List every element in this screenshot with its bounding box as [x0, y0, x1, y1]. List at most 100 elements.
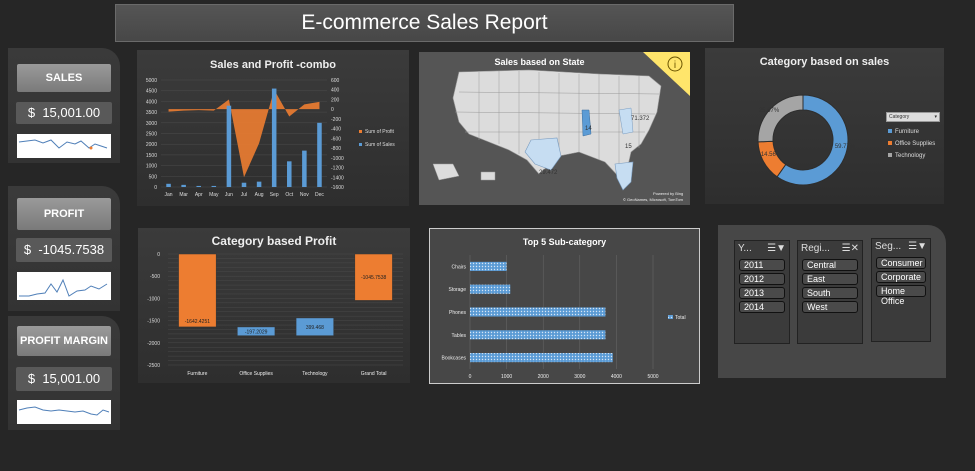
kpi-sales-card: SALES $ 15,001.00 [8, 48, 120, 163]
kpi-margin-card: PROFIT MARGIN $ 15,001.00 [8, 316, 120, 430]
y-tick-label: -500 [150, 274, 160, 280]
kpi-margin-sparkline [17, 400, 111, 424]
map-label-0: 71.372 [631, 116, 650, 122]
y-left-tick-label: 2000 [146, 142, 157, 148]
top5-chart: 0 1000 2000 3000 4000 5000 Chairs Storage Phones… [442, 255, 686, 380]
legend-profit-swatch [359, 130, 362, 133]
legend-total-swatch [668, 315, 673, 319]
y-right-tick-label: 200 [331, 97, 340, 103]
y-right-tick-label: -1600 [331, 185, 344, 191]
sales-bar [317, 122, 322, 187]
legend-sales-label: Sum of Sales [365, 142, 395, 148]
clear-filter-icon[interactable]: ☰▼ [767, 243, 786, 255]
y-tick-label: -1500 [147, 319, 160, 325]
year-slicer-title: Y... [738, 243, 752, 254]
hbar [470, 261, 507, 271]
kpi-profit-card: PROFIT $ -1045.7538 [8, 186, 120, 311]
map-credit-geo: © GeoNames, Microsoft, TomTom [623, 197, 684, 202]
y-right-tick-label: -200 [331, 117, 341, 123]
combo-chart-panel: Sales and Profit -combo 5000 4500 4000 3500… [137, 50, 409, 206]
waterfall-data-label: 399.468 [306, 325, 324, 331]
y-left-tick-label: 500 [149, 174, 158, 180]
kpi-sales-label: SALES [17, 64, 111, 92]
legend-item-furniture: Furniture [888, 126, 935, 138]
kpi-sales-value: $ 15,001.00 [16, 102, 112, 124]
region-slicer-item-south[interactable]: South [802, 287, 858, 299]
x-tick-label: Sep [270, 192, 279, 198]
kpi-sales-sparkline [17, 134, 111, 158]
year-slicer-item-2014[interactable]: 2014 [739, 301, 785, 313]
map-label-3: 29.472 [539, 170, 558, 176]
x-tick-label: Apr [195, 192, 203, 198]
y-tick-label: Bookcases [442, 356, 467, 362]
year-slicer-item-2012[interactable]: 2012 [739, 273, 785, 285]
clear-filter-icon[interactable]: ☰▼ [908, 241, 927, 253]
segment-slicer-item-corporate[interactable]: Corporate [876, 271, 926, 283]
y-tick-label: -2000 [147, 341, 160, 347]
map-label-2: 15 [625, 144, 632, 150]
donut-data-label: 59.77% [835, 144, 856, 150]
year-slicer-item-2011[interactable]: 2011 [739, 259, 785, 271]
hbar [470, 284, 511, 294]
x-tick-label: Jul [241, 192, 247, 198]
segment-slicer-item-home-office[interactable]: Home Office [876, 285, 926, 306]
kpi-profit-value: $ -1045.7538 [16, 238, 112, 262]
sales-bar [226, 105, 232, 187]
category-filter-dropdown[interactable]: Category ▾ [886, 112, 940, 122]
legend-profit-label: Sum of Profit [365, 129, 395, 135]
chevron-down-icon: ▾ [934, 114, 937, 120]
top5-panel: Top 5 Sub-category 0 1000 2000 3000 4000 5000… [429, 228, 700, 384]
segment-slicer: Seg... ☰▼ Consumer Corporate Home Office [871, 238, 931, 342]
region-slicer-title: Regi... [801, 243, 830, 254]
y-tick-label: Tables [452, 333, 467, 339]
sales-bar [287, 161, 292, 187]
donut-data-label: 25.67% [759, 108, 780, 114]
x-tick-label: 1000 [501, 374, 512, 380]
x-tick-label: Dec [315, 192, 324, 198]
region-slicer-item-west[interactable]: West [802, 301, 858, 313]
x-tick-label: Mar [179, 192, 188, 198]
legend-total-label: Total [675, 315, 686, 321]
x-tick-label: 3000 [574, 374, 585, 380]
x-tick-label: 2000 [538, 374, 549, 380]
report-title: E-commerce Sales Report [115, 4, 734, 42]
y-right-tick-label: 0 [331, 107, 334, 113]
y-right-tick-label: -800 [331, 146, 341, 152]
x-tick-label: Furniture [187, 371, 207, 377]
region-slicer-item-central[interactable]: Central [802, 259, 858, 271]
waterfall-data-label: -197.2029 [245, 329, 268, 335]
year-slicer-item-2013[interactable]: 2013 [739, 287, 785, 299]
x-tick-label: 5000 [647, 374, 658, 380]
sales-bar [302, 150, 307, 187]
y-left-tick-label: 5000 [146, 78, 157, 84]
waterfall-data-label: -1045.7538 [361, 275, 387, 281]
region-slicer-item-east[interactable]: East [802, 273, 858, 285]
donut-legend: Furniture Office Supplies Technology [888, 126, 935, 162]
y-right-tick-label: -400 [331, 127, 341, 133]
waterfall-panel: Category based Profit 0 -500 -1000 -1500 -20… [138, 228, 410, 383]
donut-panel: Category based on sales 59.77% 14.56% 25.6… [705, 48, 944, 204]
svg-text:i: i [674, 60, 676, 71]
y-right-tick-label: 400 [331, 88, 340, 94]
clear-filter-icon[interactable]: ☰✕ [842, 243, 859, 255]
x-tick-label: Jan [165, 192, 173, 198]
map-label-1: 14 [585, 126, 592, 132]
x-tick-label: Technology [302, 371, 328, 377]
hbar [470, 330, 606, 340]
segment-slicer-title: Seg... [875, 241, 902, 252]
map-credit-bing: Powered by Bing [653, 191, 683, 196]
hbar [470, 353, 613, 363]
y-left-tick-label: 3000 [146, 121, 157, 127]
waterfall-data-label: -1642.4251 [185, 319, 211, 325]
sales-bar [271, 88, 277, 187]
y-left-tick-label: 0 [154, 185, 157, 191]
segment-slicer-item-consumer[interactable]: Consumer [876, 257, 926, 269]
x-tick-label: Jun [225, 192, 233, 198]
year-slicer: Y... ☰▼ 2011 2012 2013 2014 [734, 240, 790, 344]
region-slicer: Regi... ☰✕ Central East South West [797, 240, 863, 344]
x-tick-label: Office Supplies [239, 371, 273, 377]
sales-bar [211, 185, 217, 187]
y-left-tick-label: 1500 [146, 153, 157, 159]
kpi-profit-label: PROFIT [17, 198, 111, 230]
y-left-tick-label: 4500 [146, 89, 157, 95]
